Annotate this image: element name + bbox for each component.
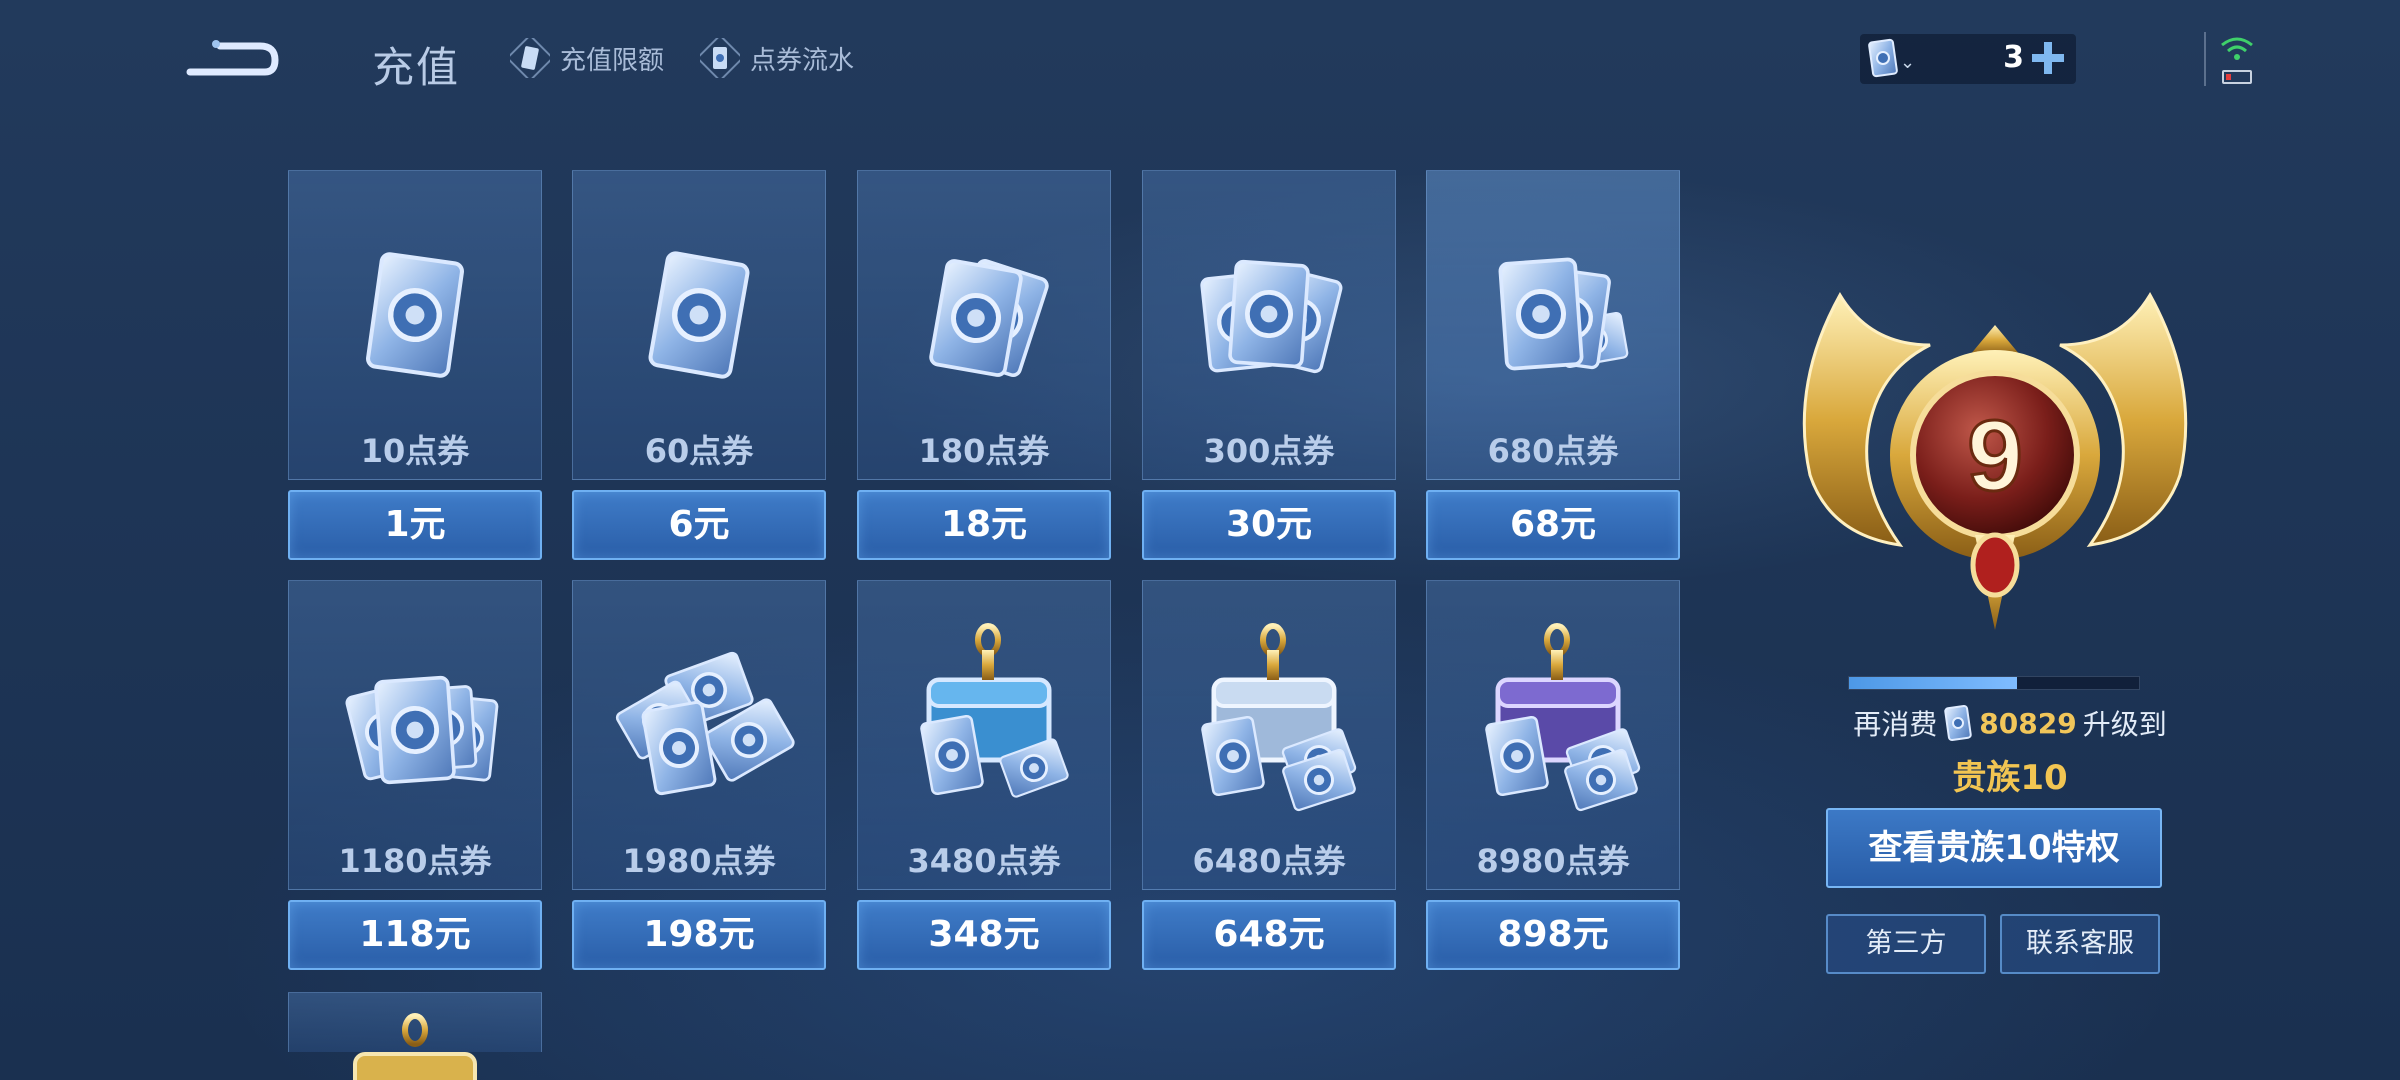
back-arrow-icon <box>186 40 279 76</box>
chest-blue-icon <box>918 623 1071 800</box>
voucher-count: 3 <box>2003 40 2024 75</box>
product-card-3480[interactable]: 3480点券 348元 <box>857 580 1111 970</box>
product-amount: 6480点券 <box>1192 842 1346 880</box>
recharge-limit-label: 充值限额 <box>560 45 665 76</box>
noble-progress-fill <box>1849 677 2018 689</box>
product-card-180[interactable]: 180点券 18元 <box>857 170 1111 560</box>
product-amount: 60点券 <box>644 432 754 470</box>
product-amount: 1980点券 <box>622 842 776 880</box>
price-button[interactable]: 68元 <box>1426 490 1680 560</box>
card-pile-icon <box>343 620 500 820</box>
product-card-680[interactable]: 680点券 68元 <box>1426 170 1680 560</box>
contact-service-button[interactable]: 联系客服 <box>2000 914 2160 974</box>
view-privilege-button[interactable]: 查看贵族10特权 <box>1826 808 2162 888</box>
product-amount: 10点券 <box>360 432 470 470</box>
voucher-icon <box>700 38 740 78</box>
wifi-icon <box>2221 37 2253 60</box>
spend-amount: 80829 <box>1979 706 2077 740</box>
noble-level-emblem: 9 <box>1802 292 2188 630</box>
next-noble-level: 贵族10 <box>1952 758 2068 798</box>
card-icon <box>510 38 550 78</box>
card-stacks-icon <box>613 649 798 797</box>
voucher-coin-icon <box>1944 705 1973 741</box>
product-card-1180[interactable]: 1180点券 118元 <box>288 580 542 970</box>
voucher-wallet: ⌄ 3 <box>1860 34 2076 84</box>
plus-icon[interactable] <box>2028 38 2068 78</box>
triple-card-icon <box>1169 210 1369 410</box>
product-amount: 8980点券 <box>1476 842 1630 880</box>
page-title: 充值 <box>372 43 461 92</box>
product-card-1980[interactable]: 1980点券 198元 <box>572 580 826 970</box>
price-button[interactable]: 198元 <box>572 900 826 970</box>
chest-purple-icon <box>1483 623 1642 813</box>
noble-level-number: 9 <box>1967 400 2023 512</box>
product-card-60[interactable]: 60点券 6元 <box>572 170 826 560</box>
status-divider <box>2204 32 2206 86</box>
third-party-button[interactable]: 第三方 <box>1826 914 1986 974</box>
upgrade-hint: 再消费 80829 升级到 <box>1830 700 2190 746</box>
battery-low-icon <box>2222 70 2252 84</box>
single-card-icon <box>599 210 799 410</box>
price-button[interactable]: 118元 <box>288 900 542 970</box>
spend-suffix: 升级到 <box>2082 708 2167 741</box>
product-card-6480[interactable]: 6480点券 648元 <box>1142 580 1396 970</box>
chest-silver-icon <box>1199 623 1358 813</box>
price-button[interactable]: 1元 <box>288 490 542 560</box>
single-card-icon <box>315 210 515 410</box>
product-card-8980[interactable]: 8980点券 898元 <box>1426 580 1680 970</box>
product-amount: 3480点券 <box>907 842 1061 880</box>
product-card-partial[interactable] <box>288 992 542 1080</box>
voucher-history-label: 点券流水 <box>750 45 855 76</box>
price-button[interactable]: 30元 <box>1142 490 1396 560</box>
price-button[interactable]: 648元 <box>1142 900 1396 970</box>
product-amount: 1180点券 <box>338 842 492 880</box>
voucher-coin-icon <box>1868 38 1898 78</box>
product-amount: 300点券 <box>1203 432 1335 470</box>
back-button[interactable] <box>180 32 280 82</box>
product-card-300[interactable]: 300点券 30元 <box>1142 170 1396 560</box>
price-button[interactable]: 348元 <box>857 900 1111 970</box>
product-card-10[interactable]: 10点券 1元 <box>288 170 542 560</box>
card-bundle-icon <box>1453 210 1630 410</box>
recharge-limit-link[interactable]: 充值限额 <box>510 36 664 80</box>
price-button[interactable]: 6元 <box>572 490 826 560</box>
spend-prefix: 再消费 <box>1853 708 1938 741</box>
product-amount: 680点券 <box>1487 432 1619 470</box>
noble-progress-bar <box>1848 676 2140 690</box>
chevron-down-icon: ⌄ <box>1900 52 1916 73</box>
chest-gold-icon <box>353 1013 477 1080</box>
price-button[interactable]: 898元 <box>1426 900 1680 970</box>
price-button[interactable]: 18元 <box>857 490 1111 560</box>
product-amount: 180点券 <box>918 432 1050 470</box>
voucher-history-link[interactable]: 点券流水 <box>700 36 854 80</box>
double-card-icon <box>884 210 1084 410</box>
